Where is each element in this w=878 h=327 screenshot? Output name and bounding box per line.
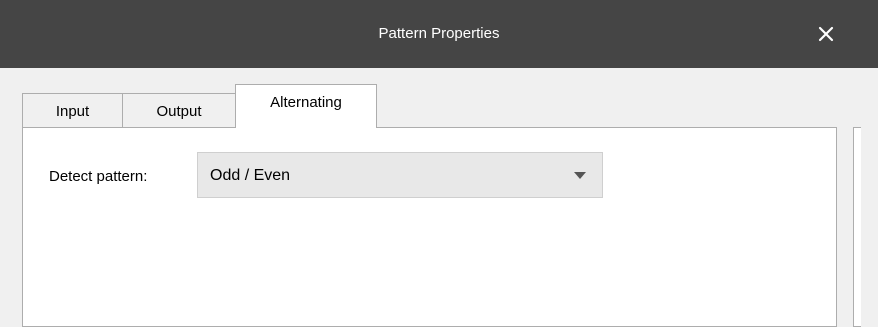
- tab-input-label: Input: [55, 102, 90, 120]
- detect-pattern-value: Odd / Even: [210, 167, 291, 184]
- alternating-panel: Detect pattern: Odd / Even: [22, 127, 837, 327]
- tab-strip: Input Output Alternating: [22, 84, 852, 128]
- tab-output[interactable]: Output: [122, 93, 236, 128]
- close-icon: [818, 26, 834, 42]
- detect-pattern-label: Detect pattern:: [49, 168, 148, 185]
- tab-input[interactable]: Input: [22, 93, 123, 128]
- close-button[interactable]: [814, 22, 838, 46]
- window-title: Pattern Properties: [378, 25, 500, 42]
- chevron-down-icon: [574, 172, 586, 179]
- adjacent-panel-edge: [853, 127, 861, 327]
- title-bar: Pattern Properties: [0, 0, 878, 68]
- tab-alternating-label: Alternating: [270, 94, 342, 111]
- tab-alternating[interactable]: Alternating: [235, 84, 377, 128]
- tab-output-label: Output: [156, 102, 202, 120]
- detect-pattern-dropdown[interactable]: Odd / Even: [197, 152, 603, 198]
